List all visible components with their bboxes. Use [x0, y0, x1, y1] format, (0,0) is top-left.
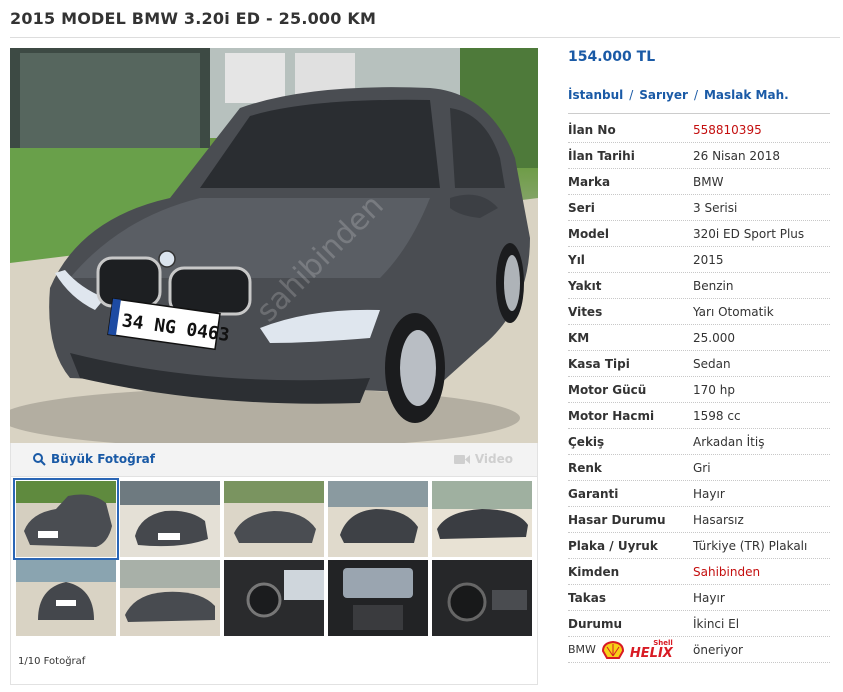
location-city[interactable]: İstanbul	[568, 88, 623, 102]
detail-key: Kimden	[568, 564, 620, 579]
detail-row: Renk Gri	[568, 455, 830, 481]
detail-key: Model	[568, 226, 610, 241]
detail-key: Motor Hacmi	[568, 408, 655, 423]
thumbnail-5[interactable]	[432, 481, 532, 557]
thumbnail-1[interactable]	[13, 478, 119, 560]
detail-value[interactable]: Sahibinden	[693, 565, 760, 579]
thumbnail-gallery: 1/10 Fotoğraf	[10, 477, 538, 685]
detail-row: Motor Hacmi 1598 cc	[568, 403, 830, 429]
detail-row: KM 25.000	[568, 325, 830, 351]
detail-row: Hasar Durumu Hasarsız	[568, 507, 830, 533]
detail-value: Sedan	[693, 356, 731, 371]
detail-key: Hasar Durumu	[568, 512, 666, 527]
main-photo[interactable]: 34 NG 0463 sahibinden	[10, 48, 538, 443]
thumbnail-3[interactable]	[224, 481, 324, 557]
helix-logo: Shell HELIX	[629, 639, 673, 661]
detail-value: BMW	[693, 174, 724, 189]
thumbnail-9[interactable]	[328, 560, 428, 636]
detail-key: Renk	[568, 460, 602, 475]
detail-row: Takas Hayır	[568, 585, 830, 611]
photo-count: 1/10 Fotoğraf	[18, 656, 86, 667]
detail-key: Marka	[568, 174, 611, 189]
photo-toolbar: Büyük Fotoğraf Video	[10, 443, 538, 477]
detail-key: İlan No	[568, 122, 616, 137]
detail-key: Garanti	[568, 486, 619, 501]
detail-value: 25.000	[693, 330, 735, 345]
detail-key: Takas	[568, 590, 606, 605]
thumbnail-8[interactable]	[224, 560, 324, 636]
detail-value[interactable]: 558810395	[693, 123, 762, 137]
detail-key: KM	[568, 330, 590, 345]
detail-value: Türkiye (TR) Plakalı	[693, 538, 808, 553]
detail-value: 170 hp	[693, 382, 735, 397]
detail-row: Motor Gücü 170 hp	[568, 377, 830, 403]
big-photo-label: Büyük Fotoğraf	[51, 452, 155, 466]
search-icon	[33, 452, 46, 466]
detail-value: Hayır	[693, 590, 725, 605]
detail-row: Garanti Hayır	[568, 481, 830, 507]
location-separator: /	[629, 88, 634, 102]
location-neighborhood[interactable]: Maslak Mah.	[704, 88, 789, 102]
detail-value: 26 Nisan 2018	[693, 148, 780, 163]
sponsor-suffix: öneriyor	[693, 642, 743, 657]
sponsor-row: BMW Shell HELIX öneriyor	[568, 637, 830, 663]
detail-key: Çekiş	[568, 434, 605, 449]
detail-value: 320i ED Sport Plus	[693, 226, 805, 241]
video-camera-icon	[453, 454, 470, 464]
details-table: İlan No 558810395 İlan Tarihi 26 Nisan 2018…	[568, 117, 830, 663]
detail-row: Vites Yarı Otomatik	[568, 299, 830, 325]
detail-value: Yarı Otomatik	[693, 304, 774, 319]
detail-value: Hayır	[693, 486, 725, 501]
sponsor-brand: BMW	[568, 643, 596, 656]
detail-key: Kasa Tipi	[568, 356, 630, 371]
location-separator: /	[693, 88, 698, 102]
detail-row: Yıl 2015	[568, 247, 830, 273]
location-divider	[568, 113, 830, 114]
detail-row: Yakıt Benzin	[568, 273, 830, 299]
detail-row: Seri 3 Serisi	[568, 195, 830, 221]
car-photo: 34 NG 0463 sahibinden	[10, 48, 538, 443]
detail-row: Marka BMW	[568, 169, 830, 195]
detail-value: 2015	[693, 252, 724, 267]
detail-key: Yakıt	[568, 278, 602, 293]
detail-row: İlan Tarihi 26 Nisan 2018	[568, 143, 830, 169]
detail-key: Seri	[568, 200, 595, 215]
detail-key: Motor Gücü	[568, 382, 647, 397]
detail-row: Plaka / Uyruk Türkiye (TR) Plakalı	[568, 533, 830, 559]
video-link: Video	[453, 452, 513, 466]
listing-title: 2015 MODEL BMW 3.20i ED - 25.000 KM	[10, 9, 377, 28]
detail-key: İlan Tarihi	[568, 148, 635, 163]
detail-row: Durumu İkinci El	[568, 611, 830, 637]
title-divider	[10, 37, 840, 38]
detail-key: Plaka / Uyruk	[568, 538, 658, 553]
sponsor-logos: BMW Shell HELIX	[568, 639, 693, 661]
thumbnail-4[interactable]	[328, 481, 428, 557]
detail-row: Model 320i ED Sport Plus	[568, 221, 830, 247]
detail-value: Arkadan İtiş	[693, 434, 765, 449]
video-label: Video	[474, 452, 513, 466]
thumbnail-10[interactable]	[432, 560, 532, 636]
detail-value: 3 Serisi	[693, 200, 738, 215]
detail-value: Benzin	[693, 278, 734, 293]
detail-key: Yıl	[568, 252, 585, 267]
shell-logo-icon	[601, 640, 624, 659]
thumbnail-2[interactable]	[120, 481, 220, 557]
detail-key: Durumu	[568, 616, 623, 631]
big-photo-link[interactable]: Büyük Fotoğraf	[33, 452, 155, 466]
detail-row: Kasa Tipi Sedan	[568, 351, 830, 377]
detail-row: Çekiş Arkadan İtiş	[568, 429, 830, 455]
detail-value: Gri	[693, 460, 711, 475]
detail-value: 1598 cc	[693, 408, 741, 423]
location-breadcrumb: İstanbul / Sarıyer / Maslak Mah.	[568, 88, 789, 102]
detail-row: Kimden Sahibinden	[568, 559, 830, 585]
detail-value: İkinci El	[693, 616, 740, 631]
helix-text: HELIX	[629, 645, 673, 661]
detail-value: Hasarsız	[693, 512, 744, 527]
price: 154.000 TL	[568, 49, 656, 65]
detail-row: İlan No 558810395	[568, 117, 830, 143]
location-district[interactable]: Sarıyer	[639, 88, 688, 102]
thumbnail-6[interactable]	[16, 560, 116, 636]
detail-key: Vites	[568, 304, 603, 319]
thumbnail-7[interactable]	[120, 560, 220, 636]
